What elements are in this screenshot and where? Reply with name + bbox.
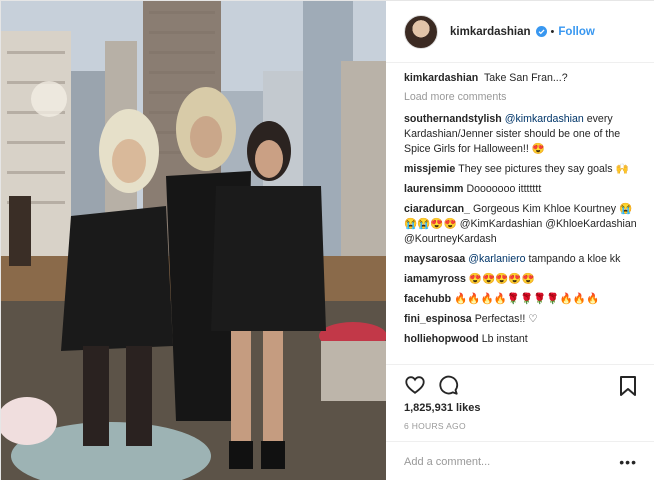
comment-author[interactable]: laurensimm — [404, 183, 463, 195]
avatar[interactable] — [404, 14, 438, 49]
comment-container: southernandstylish @kimkardashian every K… — [404, 112, 642, 347]
comment-text: Dooooooo ittttttt — [466, 183, 542, 195]
comment-text: They see pictures they say goals 🙌 — [458, 163, 629, 175]
comment-mention[interactable]: @kimkardashian — [505, 113, 584, 125]
load-more-comments-link[interactable]: Load more comments — [404, 91, 642, 103]
comment-author[interactable]: maysarosaa — [404, 253, 465, 265]
action-bar — [386, 364, 654, 404]
caption: kimkardashian Take San Fran...? — [404, 71, 642, 86]
comment-author[interactable]: iamamyross — [404, 273, 466, 285]
comment-author[interactable]: facehubb — [404, 293, 451, 305]
comment-item: missjemie They see pictures they say goal… — [404, 162, 642, 177]
comment-text: 🔥🔥🔥🔥🌹🌹🌹🌹🔥🔥🔥 — [454, 293, 600, 305]
comment-item: iamamyross 😍😍😍😍😍 — [404, 272, 642, 287]
comment-item: holliehopwood Lb instant — [404, 332, 642, 347]
post-header: kimkardashian • Follow — [386, 1, 654, 63]
post-side-panel: kimkardashian • Follow kimkardashian Tak… — [386, 1, 654, 480]
photo-illustration — [1, 1, 386, 480]
bookmark-icon[interactable] — [619, 375, 637, 397]
comment-text: Lb instant — [481, 333, 528, 345]
comment-author[interactable]: ciaradurcan_ — [404, 203, 470, 215]
comment-bubble-icon[interactable] — [437, 374, 459, 396]
heart-icon[interactable] — [404, 374, 426, 396]
comment-item: southernandstylish @kimkardashian every K… — [404, 112, 642, 157]
add-comment-input[interactable] — [404, 455, 604, 468]
comment-item: maysarosaa @karlaniero tampando a kloe kk — [404, 252, 642, 267]
comment-text: Perfectas!! ♡ — [474, 313, 538, 325]
comments-list: kimkardashian Take San Fran...? Load mor… — [404, 71, 642, 363]
likes-count[interactable]: 1,825,931 likes — [404, 402, 480, 414]
post-timestamp: 6 HOURS AGO — [404, 421, 466, 431]
caption-author[interactable]: kimkardashian — [404, 72, 478, 84]
comment-author[interactable]: missjemie — [404, 163, 455, 175]
comment-mention[interactable]: @karlaniero — [468, 253, 525, 265]
comment-author[interactable]: southernandstylish — [404, 113, 502, 125]
comment-item: laurensimm Dooooooo ittttttt — [404, 182, 642, 197]
comment-text: tampando a kloe kk — [528, 253, 621, 265]
header-separator: • — [550, 25, 555, 38]
caption-text: Take San Fran...? — [483, 72, 568, 84]
comment-item: fini_espinosa Perfectas!! ♡ — [404, 312, 642, 327]
post-photo[interactable] — [1, 1, 386, 480]
add-comment-bar: ••• — [386, 441, 654, 480]
comment-item: ciaradurcan_ Gorgeous Kim Khloe Kourtney … — [404, 202, 642, 247]
more-options-icon[interactable]: ••• — [619, 454, 637, 470]
comment-author[interactable]: fini_espinosa — [404, 313, 472, 325]
verified-badge-icon — [535, 26, 547, 37]
comment-author[interactable]: holliehopwood — [404, 333, 479, 345]
instagram-post: kimkardashian • Follow kimkardashian Tak… — [0, 0, 654, 480]
header-username[interactable]: kimkardashian — [450, 26, 531, 38]
comment-text: 😍😍😍😍😍 — [468, 273, 535, 285]
follow-button[interactable]: Follow — [558, 26, 594, 38]
comment-item: facehubb 🔥🔥🔥🔥🌹🌹🌹🌹🔥🔥🔥 — [404, 292, 642, 307]
